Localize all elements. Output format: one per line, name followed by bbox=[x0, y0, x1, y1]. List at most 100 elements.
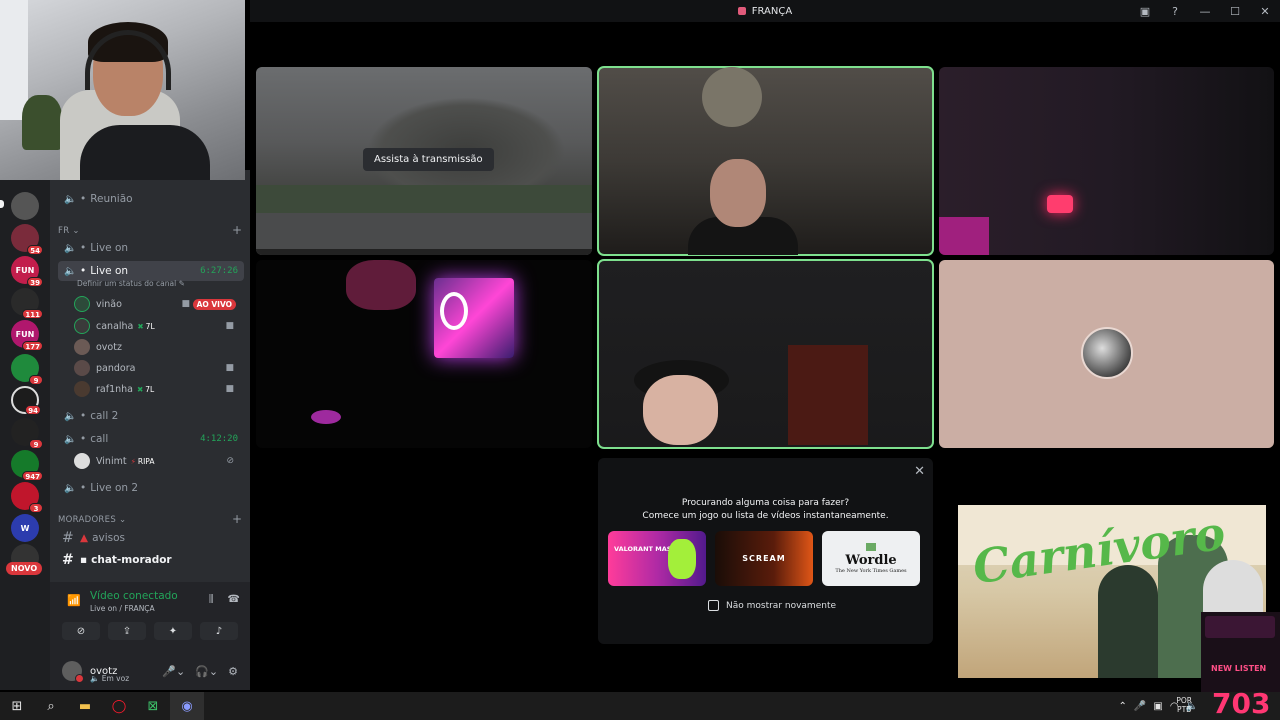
server-icon[interactable]: 111 bbox=[11, 288, 43, 319]
voice-channel-live-on-2[interactable]: 🔈 • Live on 2 bbox=[58, 478, 244, 498]
category-fr[interactable]: FR ⌄ bbox=[58, 226, 80, 236]
category-moradores[interactable]: MORADORES ⌄ bbox=[58, 515, 126, 525]
mention-badge: 39 bbox=[27, 277, 43, 287]
user-controls: 🎤⌄ 🎧⌄ ⚙ bbox=[162, 665, 238, 678]
call-duration: 6:27:26 bbox=[200, 266, 238, 276]
disconnect-icon[interactable]: ☎ bbox=[228, 594, 240, 605]
card-subtitle: The New York Times Games bbox=[835, 568, 907, 574]
inbox-icon[interactable]: ▣ bbox=[1138, 5, 1152, 18]
stream-tile[interactable]: Assista à transmissão bbox=[256, 67, 592, 255]
camera-off-button[interactable]: ⊘ bbox=[62, 622, 100, 640]
add-channel-icon[interactable]: + bbox=[232, 512, 242, 526]
user-name: vinão bbox=[96, 298, 122, 310]
minimize-button[interactable]: — bbox=[1198, 5, 1212, 18]
server-icon[interactable]: FUN 39 bbox=[11, 256, 43, 287]
discord-window: FRANÇA ▣ ? — ☐ ✕ 54 FUN 39 111 FUN 177 9 9… bbox=[0, 0, 1280, 720]
opera-icon[interactable]: ◯ bbox=[102, 692, 136, 720]
mention-badge: 111 bbox=[22, 309, 43, 319]
speaker-icon: 🔈 bbox=[64, 482, 77, 494]
microphone-icon[interactable]: 🎤⌄ bbox=[162, 665, 185, 678]
window-controls: ▣ ? — ☐ ✕ bbox=[1138, 0, 1272, 22]
close-button[interactable]: ✕ bbox=[1258, 5, 1272, 18]
voice-channel-live-on[interactable]: 🔈 • Live on bbox=[58, 238, 244, 258]
dont-show-again-checkbox[interactable]: Não mostrar novamente bbox=[708, 600, 836, 611]
server-icon[interactable]: 947 bbox=[11, 450, 43, 481]
channel-sidebar: 🔈 • Reunião FR ⌄ + 🔈 • Live on 🔈 • Live on … bbox=[50, 170, 250, 690]
signal-icon: 📶 bbox=[67, 594, 81, 607]
xbox-icon[interactable]: ⊠ bbox=[136, 692, 170, 720]
user-tag: ✖ 7L bbox=[136, 384, 155, 394]
server-icon[interactable]: 54 bbox=[11, 224, 43, 255]
add-channel-icon[interactable]: + bbox=[232, 223, 242, 237]
activity-card-scream[interactable]: SCREAM bbox=[715, 531, 813, 586]
noise-suppression-icon[interactable]: ⫼ bbox=[209, 594, 214, 605]
activity-heading: Procurando alguma coisa para fazer? bbox=[681, 498, 850, 508]
speaker-icon: 🔈 bbox=[64, 265, 77, 277]
announcement-icon: ▲ bbox=[80, 532, 89, 544]
discord-icon[interactable]: ◉ bbox=[170, 692, 204, 720]
channel-name: Live on 2 bbox=[90, 482, 139, 494]
channel-name: call 2 bbox=[90, 410, 119, 422]
settings-gear-icon[interactable]: ⚙ bbox=[228, 665, 238, 678]
unread-indicator bbox=[0, 200, 4, 208]
hash-icon: # bbox=[62, 530, 74, 546]
video-tile[interactable] bbox=[597, 259, 934, 449]
widget-count: 703 bbox=[1212, 687, 1271, 720]
server-icon[interactable]: FUN 177 bbox=[11, 320, 43, 351]
mention-badge: 54 bbox=[27, 245, 43, 255]
video-tile[interactable] bbox=[256, 260, 592, 448]
channel-status[interactable]: Definir um status do canal ✎ bbox=[77, 279, 185, 288]
avatar-tile[interactable] bbox=[939, 260, 1274, 448]
voice-channel-reuniao[interactable]: 🔈 • Reunião bbox=[58, 189, 244, 209]
activity-card-wordle[interactable]: Wordle The New York Times Games bbox=[822, 531, 920, 586]
text-channel-chat-morador[interactable]: # ▪ chat-morador bbox=[58, 550, 244, 570]
server-icon[interactable]: 9 bbox=[11, 418, 43, 449]
voice-user[interactable]: vinão ■ AO VIVO bbox=[74, 294, 242, 314]
microphone-icon[interactable]: 🎤 bbox=[1134, 701, 1146, 712]
server-icon[interactable]: 94 bbox=[11, 386, 41, 415]
activities-button[interactable]: ✦ bbox=[154, 622, 192, 640]
voice-user[interactable]: Vinimt ⚡ RIPA ⊘ bbox=[74, 451, 242, 471]
language-indicator[interactable]: POR PTB bbox=[1176, 696, 1192, 714]
live-badge: AO VIVO bbox=[192, 298, 236, 310]
video-tile[interactable] bbox=[597, 66, 934, 256]
video-tile[interactable] bbox=[939, 67, 1274, 255]
voice-user[interactable]: raf1nha ✖ 7L ■ bbox=[74, 379, 242, 399]
voice-connected-label[interactable]: Vídeo conectado bbox=[90, 590, 178, 602]
voice-channel-live-on-active[interactable]: 🔈 • Live on 6:27:26 bbox=[58, 261, 244, 281]
file-explorer-icon[interactable]: ▬ bbox=[68, 692, 102, 720]
user-tag: ✖ 7L bbox=[137, 321, 155, 331]
server-icon[interactable]: 9 bbox=[11, 354, 43, 385]
chevron-up-icon[interactable]: ⌃ bbox=[1119, 701, 1127, 712]
checkbox-icon[interactable] bbox=[708, 600, 719, 611]
user-name: pandora bbox=[96, 362, 136, 374]
activity-card-valorant[interactable]: VALORANT MASTERS bbox=[608, 531, 706, 586]
voice-channel-path[interactable]: Live on / FRANÇA bbox=[90, 604, 155, 613]
voice-channel-call-2[interactable]: 🔈 • call 2 bbox=[58, 406, 244, 426]
server-icon[interactable]: W bbox=[11, 514, 39, 542]
avatar[interactable] bbox=[62, 661, 84, 683]
tray-app-icon[interactable]: ▣ bbox=[1153, 701, 1162, 712]
watch-stream-button[interactable]: Assista à transmissão bbox=[363, 148, 494, 171]
headphones-icon[interactable]: 🎧⌄ bbox=[195, 665, 218, 678]
windows-start-icon[interactable]: ⊞ bbox=[0, 692, 34, 720]
soundboard-button[interactable]: ♪ bbox=[200, 622, 238, 640]
speaker-icon: 🔈 bbox=[64, 193, 77, 205]
text-channel-avisos[interactable]: # ▲ avisos bbox=[58, 528, 244, 548]
server-icon[interactable] bbox=[11, 192, 39, 220]
server-icon[interactable]: 3 bbox=[11, 482, 43, 513]
maximize-button[interactable]: ☐ bbox=[1228, 5, 1242, 18]
hash-icon: # bbox=[62, 552, 74, 568]
share-screen-button[interactable]: ⇪ bbox=[108, 622, 146, 640]
server-label: FUN bbox=[15, 329, 35, 339]
voice-user[interactable]: pandora ■ bbox=[74, 358, 242, 378]
mention-badge: 9 bbox=[29, 375, 43, 385]
close-icon[interactable]: ✕ bbox=[914, 464, 925, 479]
user-panel: ovotz 🔈 Em voz 🎤⌄ 🎧⌄ ⚙ bbox=[50, 652, 250, 690]
voice-channel-call[interactable]: 🔈 • call 4:12:20 bbox=[58, 429, 244, 449]
muted-icon: ⊘ bbox=[226, 456, 234, 466]
search-icon[interactable]: ⌕ bbox=[34, 692, 68, 720]
help-icon[interactable]: ? bbox=[1168, 5, 1182, 18]
voice-user[interactable]: canalha ✖ 7L ■ bbox=[74, 316, 242, 336]
voice-user[interactable]: ovotz bbox=[74, 337, 242, 357]
